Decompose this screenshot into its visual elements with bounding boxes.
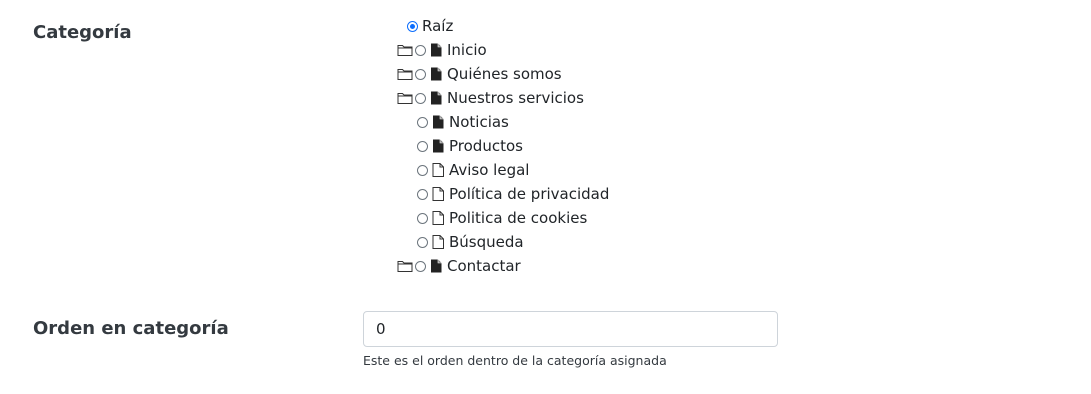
tree-item[interactable]: Búsqueda <box>417 231 524 253</box>
radio-button[interactable] <box>417 212 428 224</box>
file-filled-icon <box>432 139 444 153</box>
tree-item-label: Politica de cookies <box>449 209 588 227</box>
tree-item[interactable]: Política de privacidad <box>417 183 609 205</box>
tree-item[interactable]: Politica de cookies <box>417 207 587 229</box>
folder-icon[interactable] <box>397 91 413 105</box>
file-outline-icon <box>432 211 444 225</box>
radio-button[interactable] <box>417 116 428 128</box>
radio-button[interactable] <box>415 260 426 272</box>
tree-item-label: Quiénes somos <box>447 65 562 83</box>
tree-item-label: Productos <box>449 137 523 155</box>
tree-item[interactable]: Noticias <box>417 111 509 133</box>
tree-item[interactable]: Contactar <box>397 255 521 277</box>
tree-item-label: Noticias <box>449 113 509 131</box>
categoria-label: Categoría <box>33 22 132 43</box>
file-outline-icon <box>432 163 444 177</box>
folder-icon[interactable] <box>397 43 413 57</box>
file-filled-icon <box>432 115 444 129</box>
radio-button[interactable] <box>417 164 428 176</box>
radio-button[interactable] <box>415 68 426 80</box>
file-filled-icon <box>430 259 442 273</box>
radio-button[interactable] <box>415 44 426 56</box>
orden-label: Orden en categoría <box>33 318 229 339</box>
tree-item[interactable]: Aviso legal <box>417 159 529 181</box>
tree-root-row[interactable]: Raíz <box>407 15 453 37</box>
tree-item-label: Nuestros servicios <box>447 89 584 107</box>
tree-item[interactable]: Productos <box>417 135 523 157</box>
category-form: Categoría Raíz Inicio Quiénes somos Nuestr… <box>0 0 1091 394</box>
tree-item-label: Búsqueda <box>449 233 524 251</box>
radio-button[interactable] <box>417 188 428 200</box>
tree-root-label: Raíz <box>422 17 454 35</box>
folder-icon[interactable] <box>397 259 413 273</box>
orden-input[interactable]: 0 <box>363 311 778 347</box>
file-outline-icon <box>432 235 444 249</box>
radio-button-selected[interactable] <box>407 20 418 32</box>
file-filled-icon <box>430 43 442 57</box>
radio-button[interactable] <box>417 140 428 152</box>
orden-help-text: Este es el orden dentro de la categoría … <box>363 353 667 368</box>
folder-icon[interactable] <box>397 67 413 81</box>
radio-button[interactable] <box>415 92 426 104</box>
tree-item[interactable]: Nuestros servicios <box>397 87 584 109</box>
tree-item[interactable]: Quiénes somos <box>397 63 562 85</box>
tree-item-label: Inicio <box>447 41 487 59</box>
file-filled-icon <box>430 91 442 105</box>
tree-item-label: Política de privacidad <box>449 185 610 203</box>
tree-item[interactable]: Inicio <box>397 39 487 61</box>
tree-item-label: Aviso legal <box>449 161 530 179</box>
radio-button[interactable] <box>417 236 428 248</box>
file-outline-icon <box>432 187 444 201</box>
file-filled-icon <box>430 67 442 81</box>
tree-item-label: Contactar <box>447 257 521 275</box>
orden-input-value: 0 <box>376 320 386 338</box>
